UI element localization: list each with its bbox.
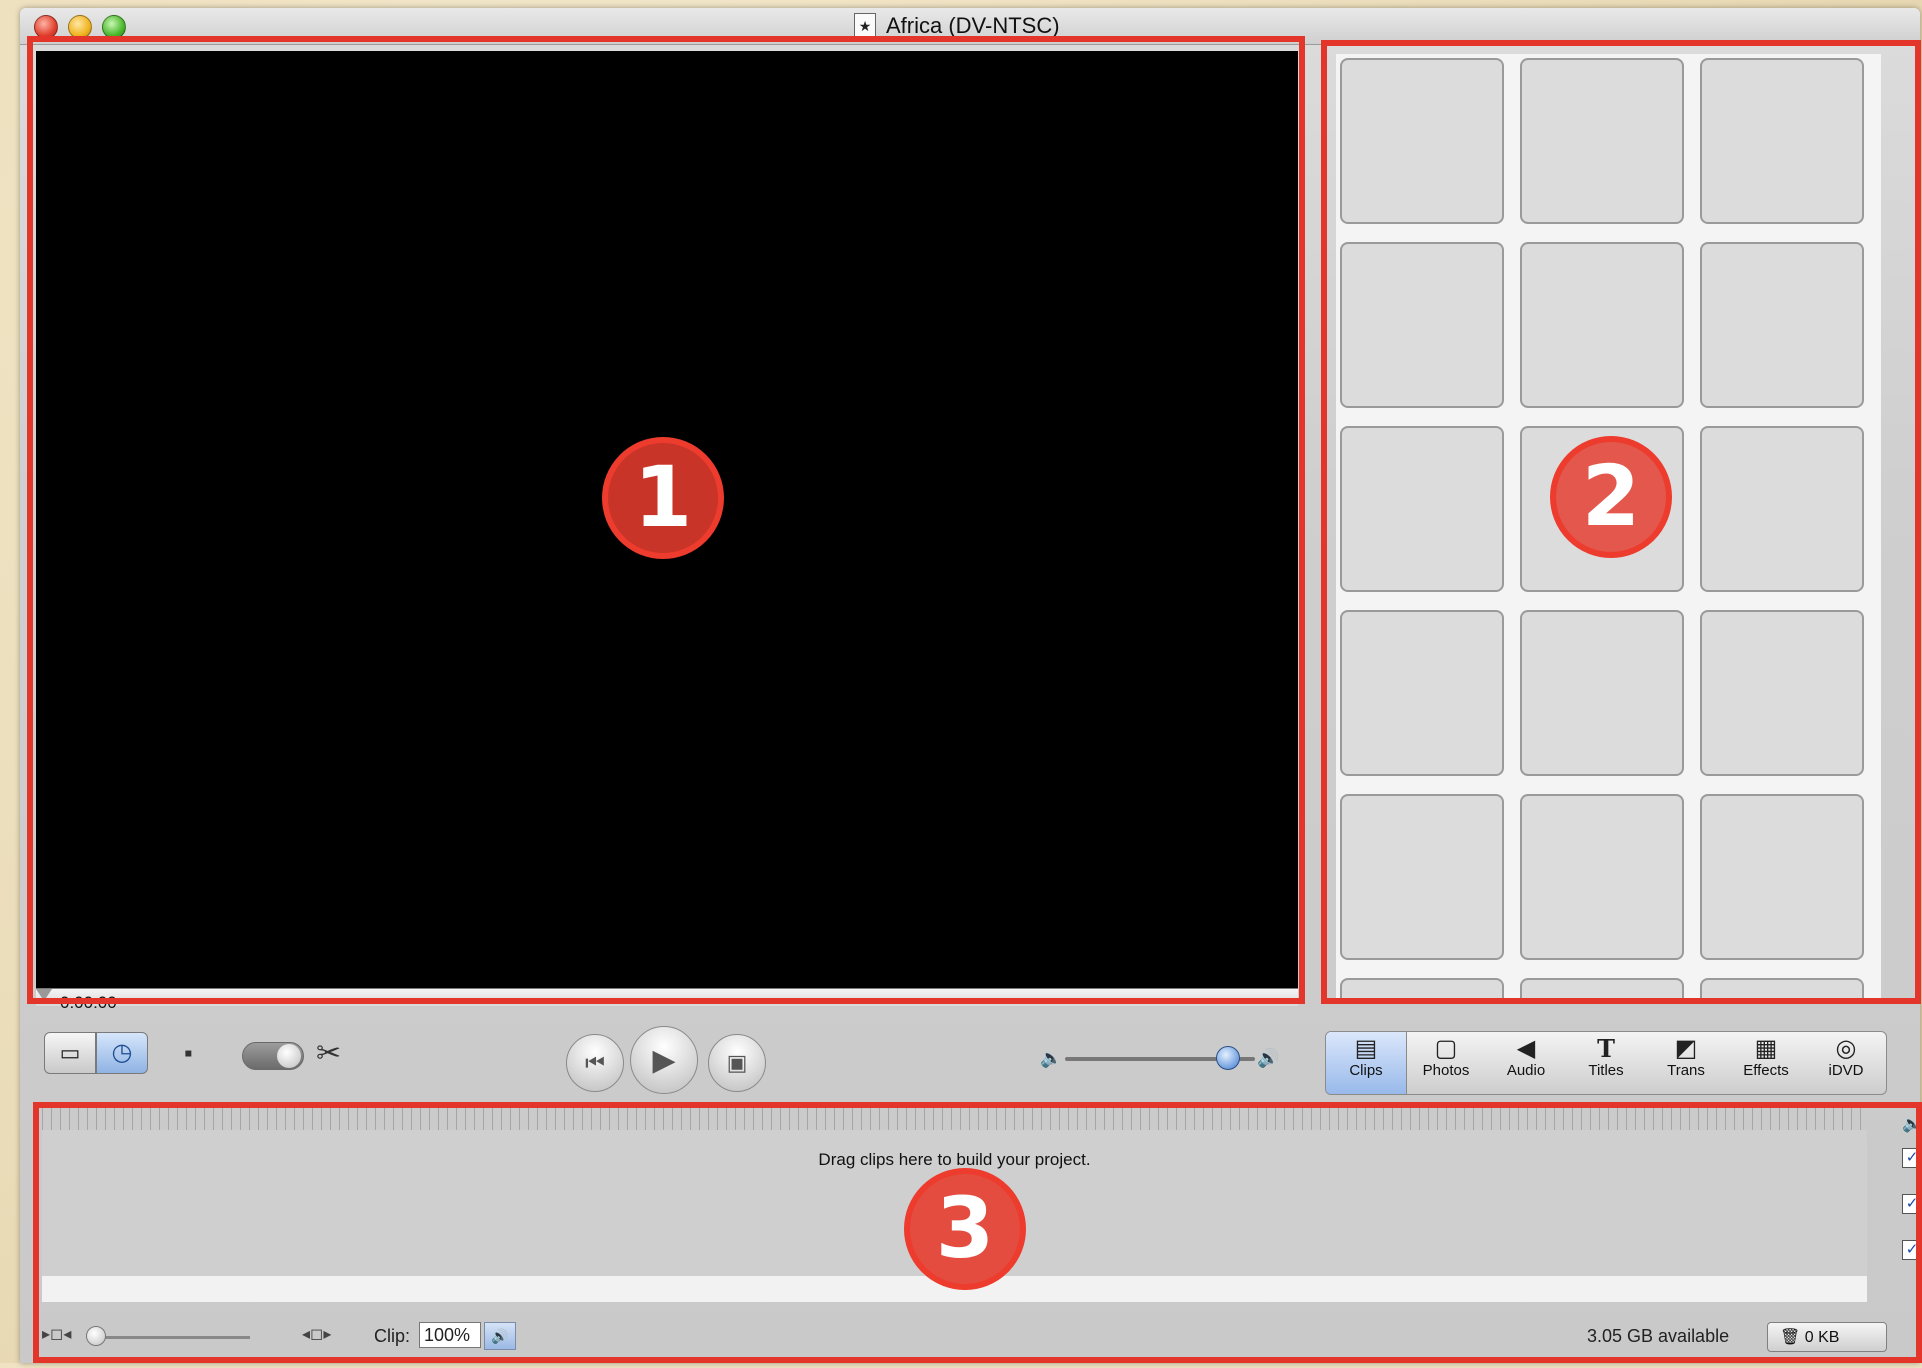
clock-icon: ◷	[111, 1039, 133, 1066]
idvd-icon: ◎	[1835, 1035, 1857, 1062]
callout-badge-1: 1	[602, 437, 724, 559]
callout-badge-2: 2	[1550, 436, 1672, 558]
audio-icon: ◀	[1516, 1035, 1536, 1062]
play-icon: ▶	[652, 1043, 676, 1077]
pane-trans-button[interactable]: ◩ Trans	[1646, 1032, 1726, 1094]
pane-effects-button[interactable]: ▦ Effects	[1726, 1032, 1806, 1094]
clip-viewer-toggle[interactable]: ▭	[44, 1032, 96, 1074]
play-button[interactable]: ▶	[630, 1026, 698, 1094]
pane-audio-button[interactable]: ◀ Audio	[1486, 1032, 1566, 1094]
camera-icon: ▪	[184, 1040, 193, 1067]
volume-slider-knob[interactable]	[1215, 1046, 1240, 1070]
photos-icon: ▢	[1434, 1035, 1458, 1062]
volume-low-icon: 🔈	[1040, 1048, 1063, 1068]
transitions-icon: ◩	[1674, 1035, 1698, 1062]
timeline-viewer-toggle[interactable]: ◷	[96, 1032, 148, 1074]
pane-label: Titles	[1588, 1062, 1624, 1079]
scissors-icon: ✂	[316, 1037, 342, 1070]
pane-label: iDVD	[1828, 1062, 1864, 1079]
callout-badge-3: 3	[904, 1168, 1026, 1290]
pane-photos-button[interactable]: ▢ Photos	[1406, 1032, 1486, 1094]
pane-label: Audio	[1506, 1062, 1546, 1079]
filmstrip-icon: ▭	[59, 1040, 81, 1065]
pane-label: Effects	[1743, 1062, 1789, 1079]
pane-label: Clips	[1349, 1062, 1383, 1079]
volume-high-icon: 🔊	[1257, 1048, 1280, 1068]
titles-icon: T	[1597, 1034, 1615, 1063]
fullscreen-icon: ▣	[726, 1050, 748, 1075]
pane-idvd-button[interactable]: ◎ iDVD	[1806, 1032, 1886, 1094]
switch-knob[interactable]	[277, 1044, 301, 1068]
rewind-icon: ⏮	[585, 1050, 605, 1075]
camera-edit-mode-switch[interactable]	[242, 1042, 304, 1070]
pane-titles-button[interactable]: T Titles	[1566, 1032, 1646, 1094]
clips-icon: ▤	[1354, 1035, 1378, 1062]
pane-clips-button[interactable]: ▤ Clips	[1326, 1032, 1407, 1094]
rewind-button[interactable]: ⏮	[566, 1034, 624, 1092]
play-fullscreen-button[interactable]: ▣	[708, 1034, 766, 1092]
pane-selector: ▤ Clips ▢ Photos ◀ Audio T Titles ◩ Tran…	[1325, 1031, 1887, 1095]
effects-icon: ▦	[1754, 1035, 1778, 1062]
pane-label: Trans	[1667, 1062, 1705, 1079]
pane-label: Photos	[1422, 1062, 1470, 1079]
